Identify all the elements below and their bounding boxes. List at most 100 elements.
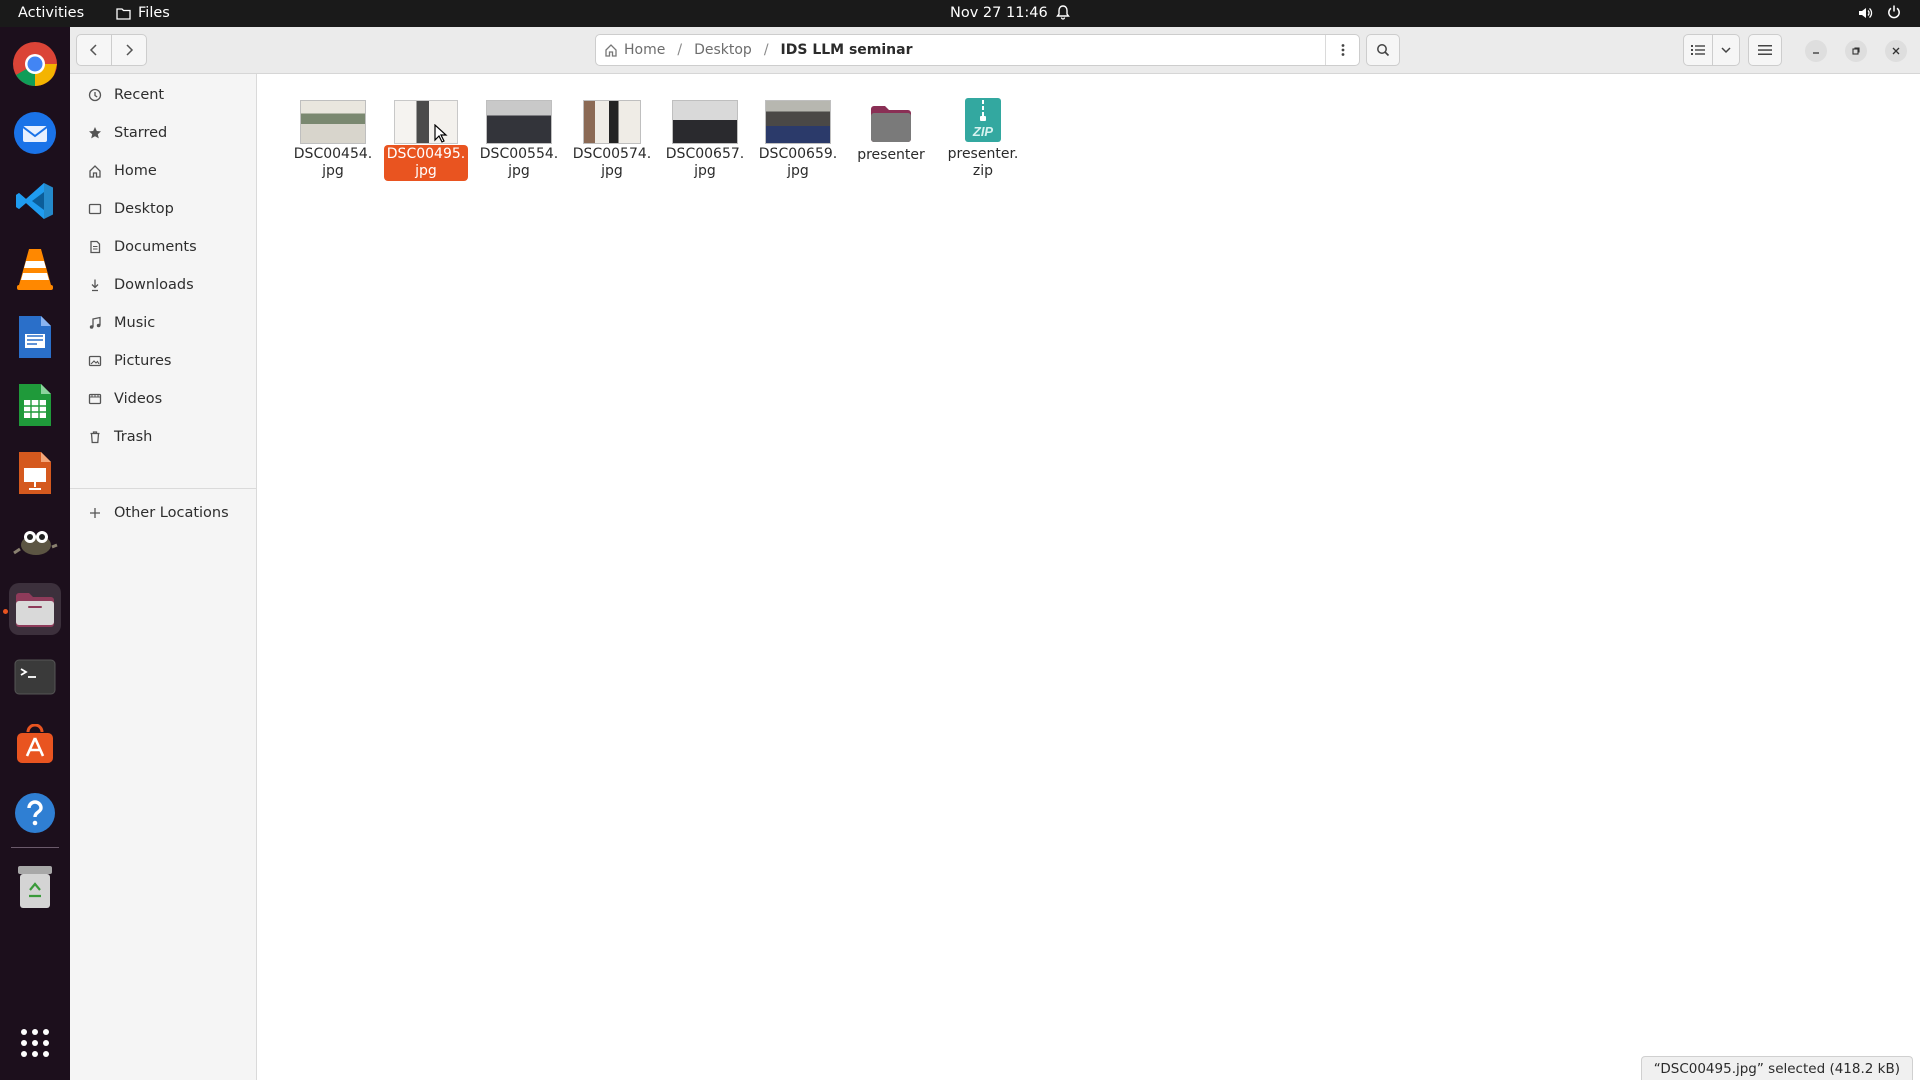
sidebar-item-other-locations[interactable]: Other Locations <box>70 494 256 532</box>
close-icon <box>1892 47 1900 55</box>
calc-icon[interactable] <box>9 379 61 431</box>
dock-separator <box>11 847 59 848</box>
chevron-right-icon <box>126 44 134 56</box>
breadcrumb-desktop[interactable]: Desktop <box>688 42 758 58</box>
sidebar-item-desktop[interactable]: Desktop <box>70 190 256 228</box>
restore-icon <box>1852 47 1860 55</box>
search-icon <box>1377 44 1390 57</box>
file-item[interactable]: DSC00454. jpg <box>283 86 383 181</box>
search-button[interactable] <box>1366 34 1400 66</box>
svg-text:ZIP: ZIP <box>972 124 994 139</box>
file-item[interactable]: DSC00657. jpg <box>655 86 755 181</box>
sidebar-item-label: Starred <box>114 125 168 141</box>
folder-item[interactable]: presenter <box>841 86 941 165</box>
thunderbird-icon[interactable] <box>9 107 61 159</box>
sidebar-item-label: Documents <box>114 239 197 255</box>
breadcrumb-separator: / <box>763 42 769 58</box>
sidebar-item-label: Videos <box>114 391 163 407</box>
list-view-icon <box>1691 45 1705 55</box>
view-list-button[interactable] <box>1683 34 1713 66</box>
help-icon[interactable] <box>9 787 61 839</box>
volume-icon[interactable] <box>1857 5 1873 25</box>
sidebar-item-label: Recent <box>114 87 165 103</box>
clock-icon <box>70 88 108 102</box>
sidebar: Recent Starred Home Desktop Documents Do… <box>70 74 257 1080</box>
file-name: DSC00454. jpg <box>293 146 373 179</box>
image-thumbnail <box>394 100 458 144</box>
sidebar-item-home[interactable]: Home <box>70 152 256 190</box>
folder-icon <box>116 7 131 20</box>
document-icon <box>70 240 108 254</box>
chrome-icon[interactable] <box>9 38 61 90</box>
zip-archive-icon: ZIP <box>965 98 1001 142</box>
bell-icon[interactable] <box>1056 4 1070 24</box>
path-menu-button[interactable] <box>1325 35 1359 65</box>
top-bar: Activities Files Nov 27 11:46 <box>0 0 1920 27</box>
back-button[interactable] <box>76 34 112 66</box>
activities-button[interactable]: Activities <box>18 5 84 21</box>
sidebar-item-music[interactable]: Music <box>70 304 256 342</box>
sidebar-item-starred[interactable]: Starred <box>70 114 256 152</box>
chevron-left-icon <box>89 44 97 56</box>
writer-icon[interactable] <box>9 311 61 363</box>
sidebar-separator <box>70 488 256 489</box>
app-grid-icon[interactable] <box>9 1017 61 1069</box>
gimp-icon[interactable] <box>9 515 61 567</box>
sidebar-item-label: Other Locations <box>114 505 229 521</box>
status-overlay: “DSC00495.jpg” selected (418.2 kB) <box>1640 1056 1913 1080</box>
maximize-button[interactable] <box>1845 40 1867 62</box>
vscode-icon[interactable] <box>9 175 61 227</box>
sidebar-item-label: Downloads <box>114 277 194 293</box>
file-name: DSC00574. jpg <box>572 146 652 179</box>
app-menu-label: Files <box>138 5 170 21</box>
sidebar-item-trash[interactable]: Trash <box>70 418 256 456</box>
trash-icon <box>70 430 108 444</box>
folder-icon <box>871 106 911 142</box>
breadcrumb-current[interactable]: IDS LLM seminar <box>775 42 919 58</box>
file-name: DSC00495. jpg <box>383 145 469 181</box>
chevron-down-icon <box>1721 47 1731 54</box>
star-icon <box>70 126 108 140</box>
sidebar-item-label: Pictures <box>114 353 172 369</box>
file-item[interactable]: ZIP presenter. zip <box>933 86 1033 181</box>
file-item[interactable]: DSC00554. jpg <box>469 86 569 181</box>
trash-icon[interactable] <box>9 861 61 913</box>
video-icon <box>70 392 108 406</box>
close-button[interactable] <box>1885 40 1907 62</box>
file-name: DSC00554. jpg <box>479 146 559 179</box>
sidebar-item-documents[interactable]: Documents <box>70 228 256 266</box>
file-item[interactable]: DSC00659. jpg <box>748 86 848 181</box>
sidebar-item-pictures[interactable]: Pictures <box>70 342 256 380</box>
vlc-icon[interactable] <box>9 243 61 295</box>
minimize-button[interactable] <box>1805 40 1827 62</box>
home-icon <box>70 164 108 178</box>
terminal-icon[interactable] <box>9 651 61 703</box>
dock <box>0 27 70 1080</box>
file-item[interactable]: DSC00574. jpg <box>562 86 662 181</box>
file-view[interactable]: DSC00454. jpg DSC00495. jpg DSC00554. jpg D… <box>257 74 1920 1080</box>
breadcrumb-separator: / <box>677 42 683 58</box>
file-name: DSC00657. jpg <box>665 146 745 179</box>
more-vertical-icon <box>1341 44 1344 56</box>
image-thumbnail <box>765 100 831 144</box>
sidebar-item-label: Trash <box>114 429 153 445</box>
main-menu-button[interactable] <box>1748 34 1782 66</box>
image-thumbnail <box>300 100 366 144</box>
app-menu[interactable]: Files <box>116 5 170 21</box>
home-icon <box>605 44 617 57</box>
view-options-button[interactable] <box>1712 34 1740 66</box>
sidebar-item-recent[interactable]: Recent <box>70 76 256 114</box>
file-item-selected[interactable]: DSC00495. jpg <box>376 86 476 181</box>
path-bar: Home / Desktop / IDS LLM seminar <box>595 34 1360 66</box>
breadcrumb-home[interactable]: Home <box>596 42 671 58</box>
file-name: presenter <box>857 147 925 163</box>
software-icon[interactable] <box>9 719 61 771</box>
clock[interactable]: Nov 27 11:46 <box>950 5 1048 21</box>
impress-icon[interactable] <box>9 447 61 499</box>
power-icon[interactable] <box>1886 4 1902 24</box>
sidebar-item-videos[interactable]: Videos <box>70 380 256 418</box>
files-window: Home / Desktop / IDS LLM seminar Recent … <box>70 27 1920 1080</box>
sidebar-item-downloads[interactable]: Downloads <box>70 266 256 304</box>
files-icon[interactable] <box>9 583 61 635</box>
forward-button[interactable] <box>111 34 147 66</box>
